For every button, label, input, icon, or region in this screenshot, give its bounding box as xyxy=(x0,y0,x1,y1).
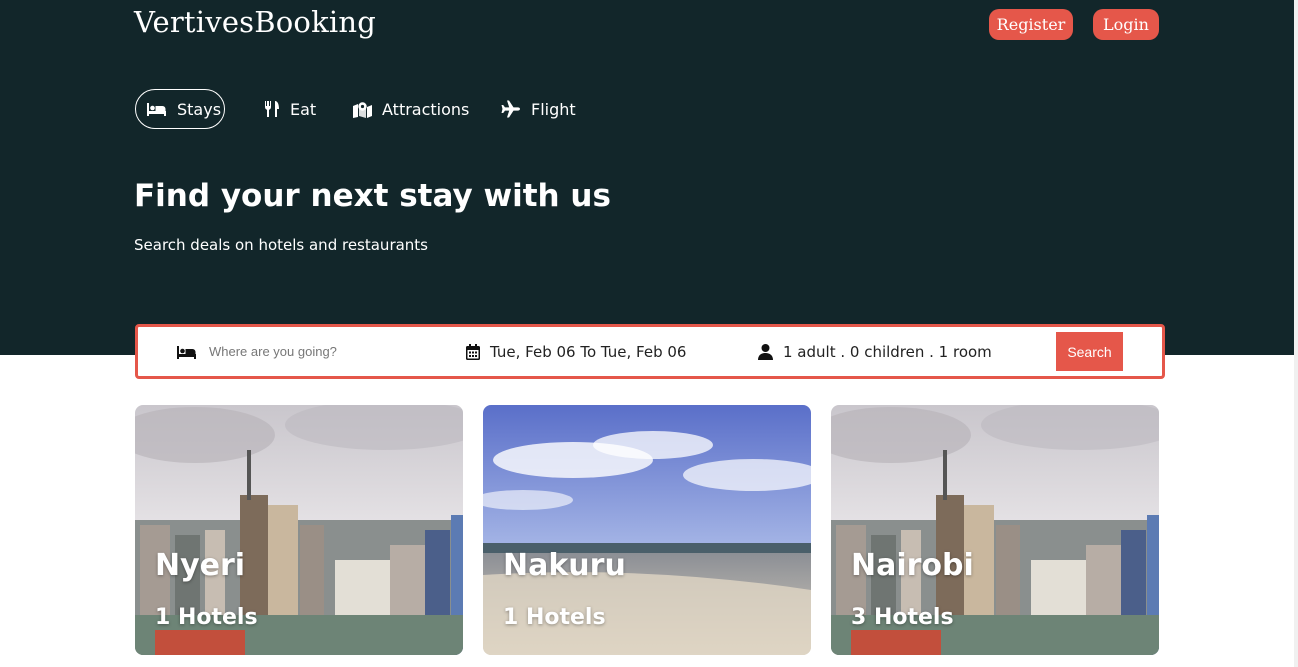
hero-header: VertivesBooking Register Login Stays Eat… xyxy=(0,0,1298,355)
tab-attractions-label: Attractions xyxy=(382,99,470,119)
city-hotel-count: 3 Hotels xyxy=(851,605,954,630)
tab-flight[interactable]: Flight xyxy=(501,89,576,129)
city-name: Nyeri xyxy=(155,548,246,583)
tab-eat-label: Eat xyxy=(290,99,317,119)
tab-flight-label: Flight xyxy=(531,99,576,119)
date-range-text: Tue, Feb 06 To Tue, Feb 06 xyxy=(490,342,687,361)
city-hotel-count: 1 Hotels xyxy=(155,605,258,630)
register-button[interactable]: Register xyxy=(989,9,1073,40)
tab-attractions[interactable]: Attractions xyxy=(353,89,469,129)
plane-icon xyxy=(501,100,520,118)
city-card-nyeri[interactable]: Nyeri 1 Hotels xyxy=(135,405,463,655)
search-button[interactable]: Search xyxy=(1056,332,1123,371)
city-name: Nakuru xyxy=(503,548,626,583)
destination-input[interactable] xyxy=(209,344,439,359)
tab-eat[interactable]: Eat xyxy=(264,89,316,129)
bed-icon xyxy=(147,103,166,116)
guests-field[interactable]: 1 adult . 0 children . 1 room xyxy=(758,327,992,376)
page-title: Find your next stay with us xyxy=(134,178,611,214)
city-card-nairobi[interactable]: Nairobi 3 Hotels xyxy=(831,405,1159,655)
login-button[interactable]: Login xyxy=(1093,9,1159,40)
city-card-nakuru[interactable]: Nakuru 1 Hotels xyxy=(483,405,811,655)
tab-stays[interactable]: Stays xyxy=(135,89,225,129)
tab-stays-label: Stays xyxy=(177,99,222,119)
page-subtitle: Search deals on hotels and restaurants xyxy=(134,236,429,254)
guests-text: 1 adult . 0 children . 1 room xyxy=(783,342,992,361)
calendar-icon xyxy=(466,343,480,360)
user-icon xyxy=(758,343,773,360)
search-bar: Tue, Feb 06 To Tue, Feb 06 1 adult . 0 c… xyxy=(135,324,1165,379)
utensils-icon xyxy=(265,101,279,117)
map-location-icon xyxy=(353,101,372,118)
scrollbar[interactable] xyxy=(1294,0,1298,667)
bed-icon xyxy=(177,345,196,359)
city-hotel-count: 1 Hotels xyxy=(503,605,606,630)
date-range-field[interactable]: Tue, Feb 06 To Tue, Feb 06 xyxy=(466,327,686,376)
city-name: Nairobi xyxy=(851,548,974,583)
destination-field[interactable] xyxy=(176,327,439,376)
site-logo[interactable]: VertivesBooking xyxy=(134,5,376,39)
